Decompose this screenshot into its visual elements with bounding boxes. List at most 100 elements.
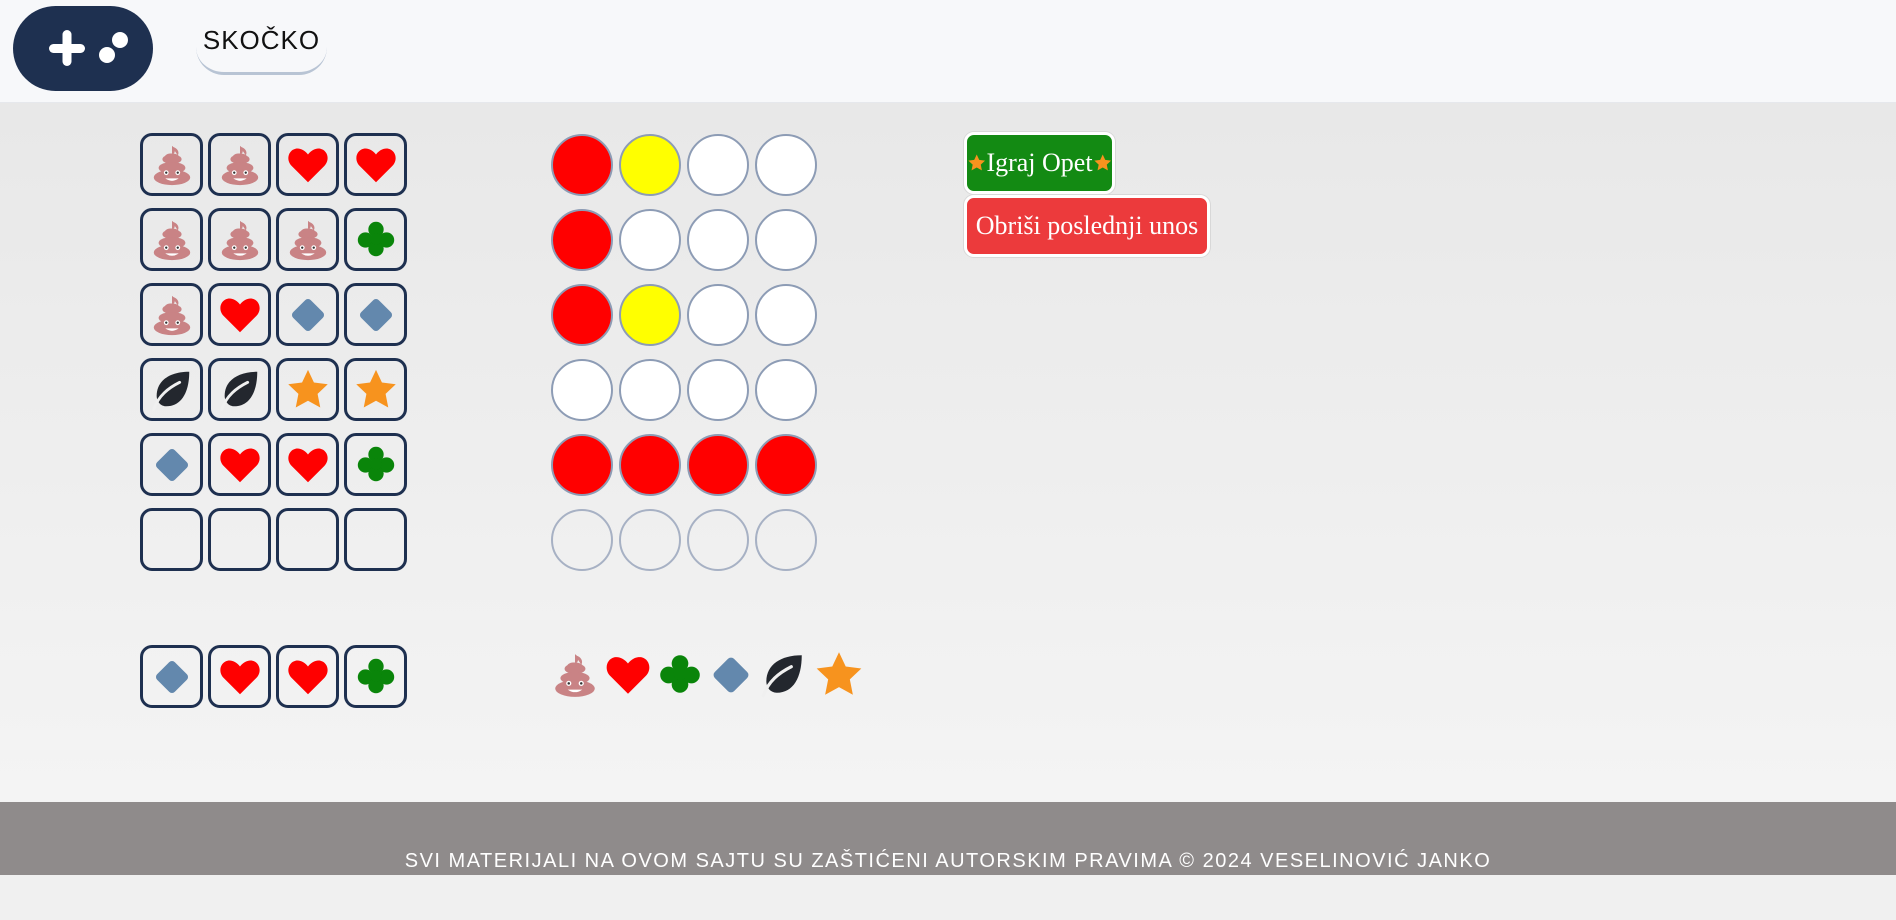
star-icon bbox=[287, 369, 328, 407]
diamond-icon bbox=[155, 448, 188, 481]
play-again-button[interactable]: Igraj Opet bbox=[964, 132, 1115, 194]
club-icon bbox=[357, 221, 394, 256]
guess-cell bbox=[208, 283, 271, 346]
feedback-peg-empty bbox=[687, 509, 749, 571]
poop-icon bbox=[221, 145, 258, 185]
poop-icon bbox=[221, 220, 258, 260]
feedback-peg-white bbox=[755, 359, 817, 421]
heart-icon bbox=[287, 148, 328, 182]
guess-cell[interactable] bbox=[276, 508, 339, 571]
solution-cell bbox=[208, 645, 271, 708]
poop-icon bbox=[153, 220, 190, 260]
header: SKOČKO bbox=[0, 0, 1896, 103]
solution-cell bbox=[276, 645, 339, 708]
solution-cell bbox=[140, 645, 203, 708]
guess-cell bbox=[276, 133, 339, 196]
solution-cell bbox=[344, 645, 407, 708]
guess-cell[interactable] bbox=[344, 508, 407, 571]
poop-icon bbox=[153, 145, 190, 185]
guess-cell bbox=[140, 358, 203, 421]
footer: SVI MATERIJALI NA OVOM SAJTU SU ZAŠTIĆEN… bbox=[0, 802, 1896, 875]
guess-cell bbox=[344, 283, 407, 346]
star-icon bbox=[968, 154, 986, 171]
leaf-icon bbox=[761, 655, 802, 698]
feedback-peg-white bbox=[755, 134, 817, 196]
feedback-peg-red bbox=[551, 134, 613, 196]
guess-cell bbox=[344, 358, 407, 421]
diamond-icon bbox=[713, 657, 749, 693]
feedback-peg-red bbox=[551, 209, 613, 271]
guess-cell bbox=[208, 358, 271, 421]
feedback-peg-white bbox=[687, 284, 749, 346]
palette-diamond-button[interactable] bbox=[705, 649, 757, 701]
tab-skocko[interactable]: SKOČKO bbox=[196, 14, 327, 75]
guess-cell bbox=[140, 208, 203, 271]
star-icon bbox=[355, 369, 396, 407]
game-area bbox=[0, 103, 1896, 802]
palette-leaf-button[interactable] bbox=[757, 649, 809, 701]
guess-cell[interactable] bbox=[140, 508, 203, 571]
diamond-icon bbox=[155, 660, 188, 693]
guess-cell[interactable] bbox=[208, 508, 271, 571]
star-icon bbox=[816, 652, 862, 695]
feedback-peg-white bbox=[755, 209, 817, 271]
heart-icon bbox=[219, 660, 260, 694]
palette-poop-button[interactable] bbox=[549, 649, 601, 701]
feedback-peg-white bbox=[687, 359, 749, 421]
leaf-icon bbox=[151, 371, 189, 411]
heart-icon bbox=[219, 448, 260, 482]
feedback-peg-red bbox=[551, 434, 613, 496]
feedback-peg-red bbox=[755, 434, 817, 496]
feedback-peg-empty bbox=[551, 509, 613, 571]
guess-cell bbox=[140, 133, 203, 196]
palette-club-button[interactable] bbox=[654, 649, 706, 701]
guess-cell bbox=[344, 133, 407, 196]
club-icon bbox=[357, 658, 394, 693]
feedback-peg-yellow bbox=[619, 284, 681, 346]
feedback-peg-white bbox=[551, 359, 613, 421]
guess-cell bbox=[276, 433, 339, 496]
feedback-peg-white bbox=[755, 284, 817, 346]
feedback-peg-white bbox=[619, 359, 681, 421]
guess-cell bbox=[276, 208, 339, 271]
guess-cell bbox=[344, 433, 407, 496]
palette-heart-button[interactable] bbox=[602, 649, 654, 701]
guess-cell bbox=[276, 283, 339, 346]
feedback-peg-yellow bbox=[619, 134, 681, 196]
guess-cell bbox=[208, 433, 271, 496]
feedback-peg-empty bbox=[619, 509, 681, 571]
palette-star-button[interactable] bbox=[813, 649, 865, 701]
club-icon bbox=[357, 446, 394, 481]
feedback-peg-red bbox=[687, 434, 749, 496]
guess-cell bbox=[344, 208, 407, 271]
heart-icon bbox=[287, 448, 328, 482]
feedback-peg-empty bbox=[755, 509, 817, 571]
logo[interactable] bbox=[13, 6, 153, 91]
heart-icon bbox=[355, 148, 396, 182]
poop-icon bbox=[289, 220, 326, 260]
poop-icon bbox=[555, 654, 595, 697]
feedback-peg-red bbox=[551, 284, 613, 346]
feedback-peg-red bbox=[619, 434, 681, 496]
guess-cell bbox=[140, 283, 203, 346]
guess-cell bbox=[276, 358, 339, 421]
feedback-peg-white bbox=[619, 209, 681, 271]
guess-cell bbox=[140, 433, 203, 496]
copyright-text: SVI MATERIJALI NA OVOM SAJTU SU ZAŠTIĆEN… bbox=[404, 850, 1492, 872]
heart-icon bbox=[606, 657, 650, 694]
play-again-label: Igraj Opet bbox=[986, 148, 1093, 177]
guess-cell bbox=[208, 208, 271, 271]
feedback-peg-white bbox=[687, 134, 749, 196]
heart-icon bbox=[219, 298, 260, 332]
poop-icon bbox=[153, 295, 190, 335]
star-icon bbox=[1093, 154, 1111, 171]
heart-icon bbox=[287, 660, 328, 694]
undo-last-entry-button[interactable]: Obriši poslednji unos bbox=[964, 195, 1210, 257]
guess-cell bbox=[208, 133, 271, 196]
leaf-icon bbox=[219, 371, 257, 411]
feedback-peg-white bbox=[687, 209, 749, 271]
gamepad-icon bbox=[49, 30, 128, 66]
diamond-icon bbox=[291, 298, 324, 331]
undo-label: Obriši poslednji unos bbox=[975, 211, 1199, 240]
club-icon bbox=[660, 655, 700, 693]
